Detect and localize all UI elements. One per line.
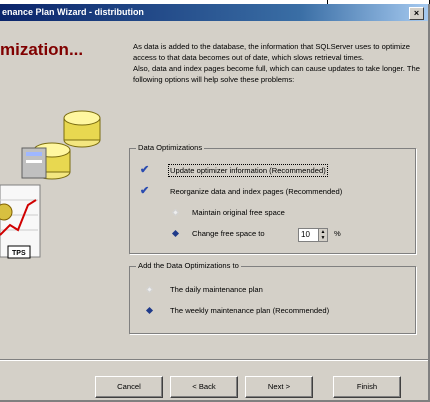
weekly-plan-label[interactable]: The weekly maintenance plan (Recommended…: [170, 306, 329, 315]
window-title: enance Plan Wizard - distribution: [2, 7, 144, 17]
cancel-button[interactable]: Cancel: [95, 376, 163, 398]
add-to-plan-group: Add the Data Optimizations to: [129, 261, 416, 334]
data-optimizations-legend: Data Optimizations: [136, 143, 205, 152]
free-space-spinner[interactable]: 10 ▲ ▼: [298, 228, 328, 242]
reorganize-label[interactable]: Reorganize data and index pages (Recomme…: [170, 187, 342, 196]
art-label: TPS: [12, 250, 26, 257]
weekly-plan-radio[interactable]: [146, 307, 153, 314]
title-bar[interactable]: enance Plan Wizard - distribution ×: [0, 4, 428, 21]
wizard-window: enance Plan Wizard - distribution × miza…: [0, 0, 430, 402]
page-heading: mization...: [0, 40, 84, 59]
spin-down-icon[interactable]: ▼: [319, 235, 327, 241]
reorganize-checkbox[interactable]: ✔: [140, 184, 149, 197]
intro-text: As data is added to the database, the in…: [133, 41, 423, 85]
change-free-space-label[interactable]: Change free space to: [192, 229, 265, 238]
spinner-arrows[interactable]: ▲ ▼: [318, 229, 327, 241]
close-button[interactable]: ×: [409, 7, 424, 20]
database-illustration-icon: [0, 110, 101, 259]
update-optimizer-checkbox[interactable]: ✔: [140, 163, 149, 176]
next-button[interactable]: Next >: [245, 376, 313, 398]
free-space-unit: %: [334, 229, 341, 238]
intro-paragraph-1: As data is added to the database, the in…: [133, 42, 410, 62]
free-space-value[interactable]: 10: [301, 230, 310, 239]
finish-button[interactable]: Finish: [333, 376, 401, 398]
daily-plan-label[interactable]: The daily maintenance plan: [170, 285, 263, 294]
maintain-free-space-label[interactable]: Maintain original free space: [192, 208, 285, 217]
daily-plan-radio[interactable]: [146, 286, 153, 293]
add-to-plan-legend: Add the Data Optimizations to: [136, 261, 241, 270]
maintain-free-space-radio[interactable]: [172, 209, 179, 216]
update-optimizer-label[interactable]: Update optimizer information (Recommende…: [168, 164, 328, 177]
change-free-space-radio[interactable]: [172, 230, 179, 237]
data-optimizations-group: Data Optimizations: [129, 143, 416, 254]
back-button[interactable]: < Back: [170, 376, 238, 398]
button-separator: [0, 359, 428, 361]
intro-paragraph-2: Also, data and index pages become full, …: [133, 64, 420, 84]
